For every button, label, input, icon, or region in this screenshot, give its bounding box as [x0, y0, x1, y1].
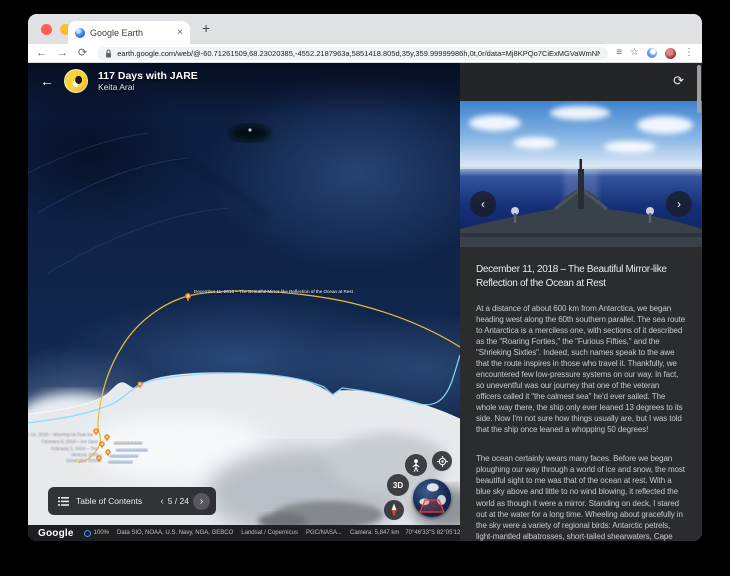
chapter-paragraph-1: At a distance of about 600 km from Antar…	[476, 304, 686, 435]
previous-chapter-icon[interactable]: ‹	[160, 496, 163, 507]
pegman-streetview-button[interactable]	[405, 454, 427, 476]
camera-altitude: Camera: 5,847 km	[349, 530, 400, 536]
zoom-circle-icon	[83, 529, 91, 537]
map-label-jan-ja[interactable]: ……………………	[110, 451, 139, 456]
satellite-map[interactable]: ← 117 Days with JARE Keita Arai December…	[28, 63, 460, 525]
browser-menu-icon[interactable]: ⋮	[684, 48, 694, 58]
extension-icon[interactable]	[647, 48, 657, 58]
back-icon-map[interactable]: ←	[40, 73, 54, 89]
back-icon[interactable]: ←	[36, 47, 47, 59]
address-bar[interactable]: earth.google.com/web/@-60.71261509,68.23…	[97, 46, 609, 60]
bookmark-star-icon[interactable]: ☆	[630, 48, 639, 58]
route-waypoint-label[interactable]: December 11, 2018 – The Beautiful Mirror…	[194, 289, 353, 294]
browser-titlebar: Google Earth × +	[28, 14, 702, 44]
story-text: December 11, 2018 – The Beautiful Mirror…	[460, 247, 702, 541]
browser-toolbar: ← → ⟳ earth.google.com/web/@-60.71261509…	[28, 44, 702, 63]
map-label-feb6[interactable]: February 6, 2019 – Ice Oper	[41, 439, 98, 444]
toolbar-right-icons: ≡ ☆ ⋮	[616, 47, 694, 59]
tab-google-earth[interactable]: Google Earth ×	[68, 21, 190, 44]
reload-icon[interactable]: ⟳	[78, 47, 87, 59]
photo-next-button[interactable]: ›	[666, 191, 692, 217]
reading-list-icon[interactable]: ≡	[616, 48, 622, 58]
toc-label: Table of Contents	[76, 496, 143, 506]
profile-avatar[interactable]	[665, 47, 676, 59]
ocean-photo-graphic	[460, 101, 702, 247]
compass-needle-icon	[391, 503, 397, 517]
browser-window: Google Earth × + ← → ⟳ earth.google.com/…	[28, 14, 702, 541]
my-location-button[interactable]	[432, 451, 452, 471]
photo-previous-button[interactable]: ‹	[470, 191, 496, 217]
story-title: 117 Days with JARE	[98, 70, 198, 82]
story-panel: ⟳ ‹ › December 11, 2018 – The Beautiful …	[460, 63, 702, 541]
map-label-feb1-ja[interactable]: ………………………	[116, 445, 148, 450]
url-text[interactable]: earth.google.com/web/@-60.71261509,68.23…	[117, 49, 600, 58]
lock-icon	[106, 49, 112, 57]
story-panel-header: ⟳	[460, 63, 702, 101]
story-header: ← 117 Days with JARE Keita Arai	[28, 63, 198, 93]
map-label-mooring[interactable]: December 16, 2018 – Mooring on Fast Ice	[28, 432, 93, 437]
map-pins	[93, 292, 192, 463]
overview-globe[interactable]	[413, 479, 451, 517]
refresh-icon[interactable]: ⟳	[673, 73, 684, 89]
zoom-level[interactable]: 100%	[83, 529, 109, 537]
story-author: Keita Arai	[98, 82, 135, 92]
google-earth-favicon-icon	[75, 27, 85, 38]
close-tab-icon[interactable]: ×	[177, 27, 183, 38]
map-label-dec-ja[interactable]: …………………	[108, 457, 133, 462]
close-window-button[interactable]	[41, 24, 52, 35]
story-photo: ‹ ›	[460, 101, 702, 247]
attribution-data: Data SIO, NOAA, U.S. Navy, NGA, GEBCO	[117, 530, 234, 536]
earth-map-area[interactable]: ← 117 Days with JARE Keita Arai December…	[28, 63, 466, 541]
chapter-counter: 5 / 24	[167, 496, 189, 506]
page-content: ← 117 Days with JARE Keita Arai December…	[28, 63, 702, 541]
attribution-pgc: PGC/NASA...	[305, 530, 342, 536]
story-author-avatar[interactable]	[64, 69, 88, 93]
map-label-dec[interactable]: December 2018 –	[66, 458, 102, 463]
compass-button[interactable]	[384, 500, 404, 520]
tab-title: Google Earth	[90, 27, 144, 38]
3d-view-button[interactable]: 3D	[387, 474, 409, 496]
camera-coordinates: 70°46'33"S 82°05'12"E	[405, 530, 467, 536]
desktop-background: Google Earth × + ← → ⟳ earth.google.com/…	[0, 0, 730, 576]
new-tab-button[interactable]: +	[202, 20, 210, 36]
table-of-contents-bar[interactable]: Table of Contents ‹ 5 / 24 ›	[48, 487, 216, 515]
my-location-icon	[436, 455, 448, 467]
panel-scrollbar[interactable]	[697, 65, 701, 113]
map-label-jan[interactable]: January 2019 –	[71, 452, 102, 457]
attribution-landsat: Landsat / Copernicus	[241, 530, 298, 536]
view-frustum-icon	[419, 499, 445, 513]
map-status-bar: Google 100% Data SIO, NOAA, U.S. Navy, N…	[28, 525, 466, 541]
map-label-feb1[interactable]: February 1, 2019 – The	[51, 446, 98, 451]
toc-list-icon	[58, 496, 69, 506]
google-logo: Google	[38, 527, 74, 539]
next-chapter-button[interactable]: ›	[193, 492, 210, 510]
map-label-feb6-ja[interactable]: ……………………	[114, 438, 143, 443]
forward-icon[interactable]: →	[57, 47, 68, 59]
chapter-paragraph-2: The ocean certainly wears many faces. Be…	[476, 454, 685, 541]
pegman-icon	[412, 458, 420, 472]
chapter-title: December 11, 2018 – The Beautiful Mirror…	[476, 264, 667, 289]
